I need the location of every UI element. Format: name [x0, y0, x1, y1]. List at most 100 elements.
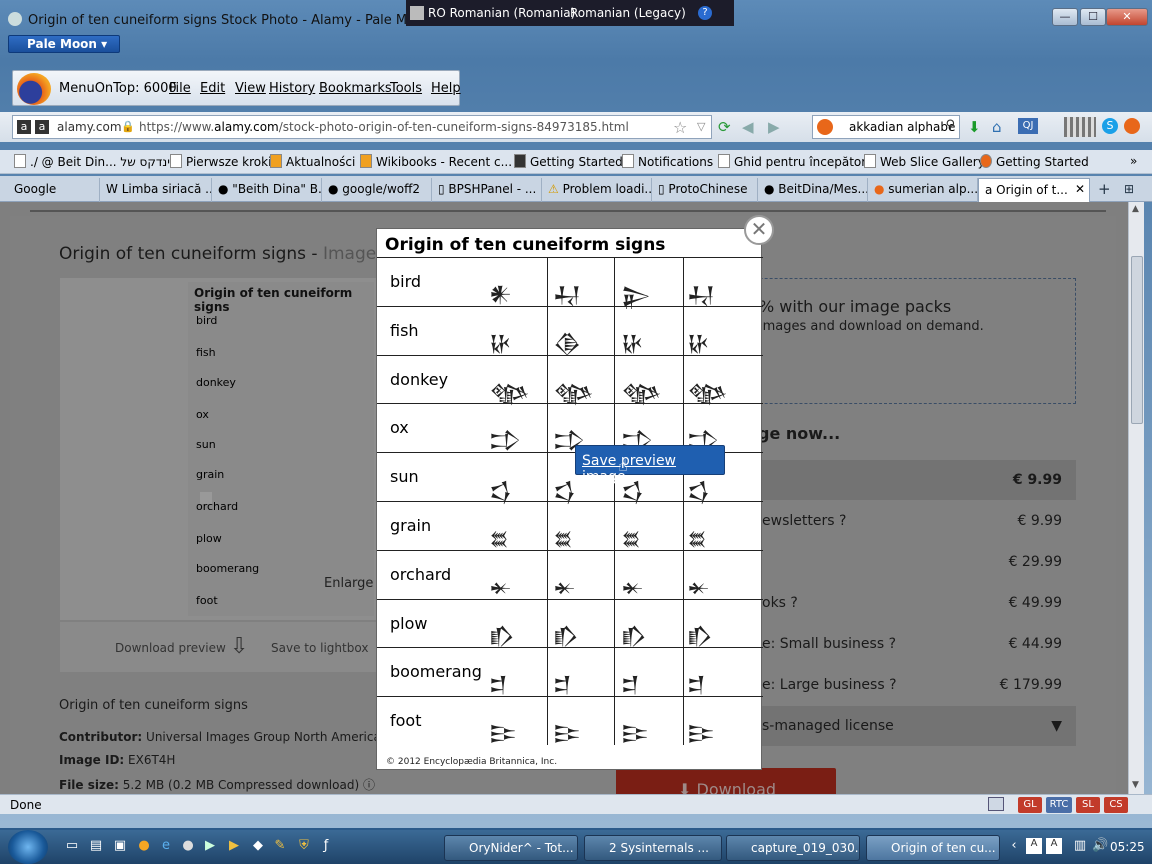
- reload-icon[interactable]: ⟳: [718, 118, 731, 136]
- gl-badge[interactable]: GL: [1018, 797, 1042, 813]
- save-preview-image-item[interactable]: Save preview image: [582, 453, 724, 485]
- bookmark-item[interactable]: Notifications: [622, 154, 713, 169]
- screen-icon[interactable]: [988, 797, 1004, 811]
- menu-file[interactable]: File: [169, 81, 191, 96]
- task-orynider[interactable]: OryNider^ - Tot...: [444, 835, 578, 861]
- info-icon[interactable]: ⓘ: [363, 778, 375, 792]
- image-preview-area[interactable]: Origin of ten cuneiform signs bird fish …: [60, 278, 380, 620]
- bookmark-item[interactable]: Wikibooks - Recent c...: [360, 154, 512, 169]
- maximize-button[interactable]: ☐: [1080, 8, 1106, 26]
- keyboard-layout[interactable]: Romanian (Legacy): [570, 6, 686, 20]
- ie-icon[interactable]: e: [158, 838, 174, 854]
- volume-icon[interactable]: 🔊: [1092, 838, 1108, 854]
- tray-expand-icon[interactable]: ‹: [1006, 838, 1022, 854]
- menu-history[interactable]: History: [269, 81, 315, 96]
- download-arrow-icon[interactable]: ⬇: [968, 118, 981, 136]
- url-bar[interactable]: a a alamy.com 🔒 https://www.alamy.com/st…: [12, 115, 712, 139]
- help-icon[interactable]: ?: [889, 636, 896, 652]
- menu-help[interactable]: Help: [431, 81, 461, 96]
- scroll-up-icon[interactable]: ▲: [1132, 204, 1139, 214]
- url-dropdown-icon[interactable]: ▽: [697, 120, 705, 133]
- scrollbar-thumb[interactable]: [1131, 256, 1143, 424]
- site-identity-label[interactable]: alamy.com: [57, 120, 122, 134]
- media-icon[interactable]: ▶: [202, 838, 218, 854]
- bookmark-item[interactable]: Aktualności: [270, 154, 355, 169]
- menu-tools[interactable]: Tools: [390, 81, 422, 96]
- qj-icon[interactable]: QJ: [1018, 118, 1038, 134]
- enlarge-link[interactable]: Enlarge: [324, 576, 373, 591]
- tab-groups-icon[interactable]: ⊞: [1124, 182, 1134, 196]
- image-lightbox[interactable]: Origin of ten cuneiform signs bird 𒀭 𒄷 𒉌 𒄷 fi…: [376, 228, 763, 770]
- pale-moon-icon[interactable]: ●: [180, 838, 196, 854]
- bookmark-item[interactable]: Getting Started: [980, 154, 1089, 169]
- tab[interactable]: ● BeitDina/Mes...: [758, 178, 868, 202]
- function-icon[interactable]: ƒ: [318, 838, 334, 854]
- show-desktop-icon[interactable]: ▭: [64, 838, 80, 854]
- lightbox-close-button[interactable]: ✕: [744, 215, 774, 245]
- bookmark-star-icon[interactable]: ☆: [673, 118, 687, 137]
- save-icon[interactable]: ▣: [112, 838, 128, 854]
- tab[interactable]: ▯ ProtoChinese: [652, 178, 758, 202]
- input-language[interactable]: RO Romanian (Romania): [428, 6, 575, 20]
- tab[interactable]: ● "Beith Dina" B...: [212, 178, 322, 202]
- app-icon[interactable]: ◆: [250, 838, 266, 854]
- back-icon[interactable]: ◀: [742, 118, 754, 136]
- menu-edit[interactable]: Edit: [200, 81, 225, 96]
- library-icon[interactable]: [1064, 117, 1096, 137]
- cs-badge[interactable]: CS: [1104, 797, 1128, 813]
- bookmark-item[interactable]: Web Slice Gallery: [864, 154, 985, 169]
- shield-icon[interactable]: ⛨: [296, 838, 312, 854]
- save-lightbox-link[interactable]: Save to lightbox: [271, 641, 368, 655]
- download-button[interactable]: ⬇ Download: [616, 768, 836, 794]
- bookmarks-overflow-icon[interactable]: »: [1130, 154, 1137, 168]
- search-icon[interactable]: ⚲: [945, 118, 955, 133]
- search-input[interactable]: akkadian alphabe ⚲: [812, 115, 960, 139]
- task-pale-moon[interactable]: Origin of ten cu...: [866, 835, 1000, 861]
- network-icon[interactable]: ▥: [1072, 838, 1088, 854]
- new-tab-icon[interactable]: +: [1098, 180, 1111, 198]
- tab[interactable]: W Limba siriacă ...: [100, 178, 212, 202]
- winamp-icon[interactable]: ▶: [226, 838, 242, 854]
- scroll-down-icon[interactable]: ▼: [1132, 780, 1139, 790]
- tool-icon[interactable]: ✎: [272, 838, 288, 854]
- tab[interactable]: ● google/woff2: [322, 178, 432, 202]
- tab[interactable]: Google: [8, 178, 100, 202]
- task-sysinternals[interactable]: 2 Sysinternals ...: [584, 835, 722, 861]
- search-engine-icon[interactable]: [817, 119, 833, 135]
- bookmark-item[interactable]: Pierwsze kroki: [170, 154, 271, 169]
- menu-view[interactable]: View: [235, 81, 266, 96]
- menu-bookmarks[interactable]: Bookmarks: [319, 81, 392, 96]
- rtc-badge[interactable]: RTC: [1046, 797, 1072, 813]
- page-scrollbar[interactable]: ▲ ▼: [1128, 202, 1144, 794]
- skype-icon[interactable]: S: [1102, 118, 1118, 134]
- keyboard-tray-icon[interactable]: A: [1026, 838, 1042, 854]
- thumbnail-image[interactable]: Origin of ten cuneiform signs bird fish …: [188, 282, 374, 616]
- home-icon[interactable]: ⌂: [992, 118, 1002, 136]
- help-icon[interactable]: ?: [790, 595, 797, 611]
- minimize-button[interactable]: —: [1052, 8, 1078, 26]
- task-capture[interactable]: capture_019_030...: [726, 835, 860, 861]
- close-window-button[interactable]: ✕: [1106, 8, 1148, 26]
- tab[interactable]: ● sumerian alp...: [868, 178, 978, 202]
- close-tab-icon[interactable]: ✕: [1075, 182, 1085, 196]
- bookmark-item[interactable]: Ghid pentru începători: [718, 154, 870, 169]
- tab[interactable]: ▯ BPSHPanel - ...: [432, 178, 542, 202]
- ime-tray-icon[interactable]: A: [1046, 838, 1062, 854]
- tab[interactable]: ⚠ Problem loadi...: [542, 178, 652, 202]
- contributor-value[interactable]: Universal Images Group North America LLC…: [146, 730, 414, 744]
- firefox-icon[interactable]: [1124, 118, 1140, 134]
- bookmark-item[interactable]: ./ @ Beit Din... אינדקס של: [14, 154, 178, 169]
- bookmark-item[interactable]: Getting Started: [514, 154, 623, 169]
- forward-icon[interactable]: ▶: [768, 118, 780, 136]
- url-text[interactable]: https://www.alamy.com/stock-photo-origin…: [139, 120, 629, 134]
- help-icon[interactable]: ?: [839, 513, 846, 529]
- tab-active[interactable]: a Origin of t... ✕: [978, 178, 1090, 202]
- download-preview-link[interactable]: Download preview: [115, 641, 226, 655]
- explorer-icon[interactable]: ▤: [88, 838, 104, 854]
- help-icon[interactable]: ?: [889, 677, 896, 693]
- help-icon[interactable]: ?: [698, 6, 712, 20]
- pale-moon-menu-button[interactable]: Pale Moon ▾: [8, 35, 120, 53]
- sl-badge[interactable]: SL: [1076, 797, 1100, 813]
- start-button[interactable]: [8, 830, 48, 864]
- download-preview-icon[interactable]: ⇩: [230, 634, 248, 659]
